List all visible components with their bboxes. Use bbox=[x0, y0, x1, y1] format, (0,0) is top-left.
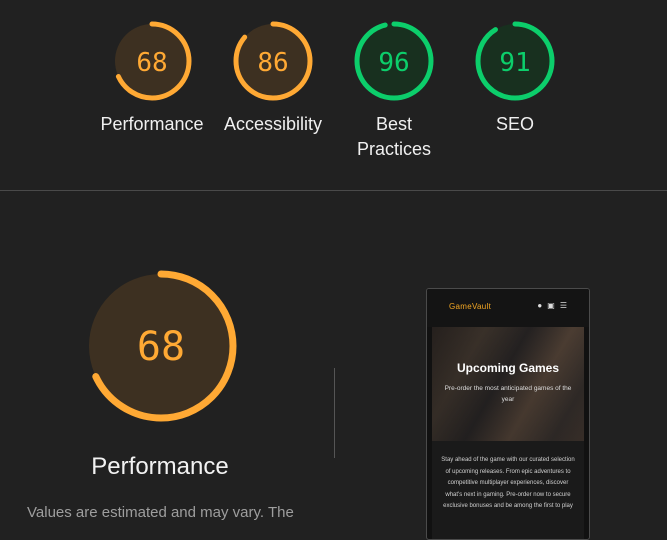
performance-detail-gauge: 68 bbox=[83, 268, 239, 424]
gauge-label: Best Practices bbox=[333, 112, 455, 162]
gauge-score: 68 bbox=[136, 48, 167, 78]
section-divider bbox=[0, 190, 667, 191]
gauge-label-line: Practices bbox=[356, 139, 432, 159]
gauge-label: SEO bbox=[495, 114, 534, 134]
gauge-ring: 68 bbox=[85, 270, 237, 422]
hero-subtitle: Pre-order the most anticipated games of … bbox=[444, 385, 572, 403]
cart-icon: ▣ bbox=[547, 301, 555, 310]
brand-logo: GameVault bbox=[449, 302, 492, 311]
gauge-score: 86 bbox=[257, 48, 288, 78]
gauge-ring: 91 bbox=[475, 21, 555, 101]
gauge-best-practices[interactable]: 96 Best Practices bbox=[333, 20, 455, 162]
performance-title: Performance bbox=[91, 453, 229, 480]
gauge-label: Accessibility bbox=[223, 114, 323, 134]
gauge-accessibility[interactable]: 86 Accessibility bbox=[212, 20, 334, 137]
gauge-label: Performance bbox=[100, 114, 204, 134]
gauge-ring: 86 bbox=[233, 21, 313, 101]
gauge-score: 91 bbox=[499, 48, 530, 78]
hero-banner: Upcoming Games Pre-order the most antici… bbox=[432, 327, 584, 441]
gauge-ring: 68 bbox=[112, 21, 192, 101]
hero-title: Upcoming Games bbox=[456, 361, 560, 375]
thumbnail-body: Stay ahead of the game with our curated … bbox=[432, 441, 584, 539]
menu-icon: ☰ bbox=[559, 301, 567, 310]
user-icon: ● bbox=[537, 301, 543, 310]
thumbnail-header: GameVault ● ▣ ☰ bbox=[427, 289, 589, 327]
estimate-note: Values are estimated and may vary. The bbox=[27, 504, 294, 521]
gauge-score: 68 bbox=[137, 324, 185, 370]
score-gauges-row: 68 Performance 86 Accessibility 96 Best … bbox=[0, 0, 667, 190]
gauge-label-line: Best bbox=[375, 114, 413, 134]
gauge-score: 96 bbox=[378, 48, 409, 78]
vertical-divider bbox=[334, 368, 335, 458]
page-screenshot-thumbnail[interactable]: GameVault ● ▣ ☰ Upcoming Games Pre-order… bbox=[426, 288, 590, 540]
body-text: Stay ahead of the game with our curated … bbox=[441, 457, 575, 509]
gauge-ring: 96 bbox=[354, 21, 434, 101]
gauge-seo[interactable]: 91 SEO bbox=[454, 20, 576, 137]
gauge-performance[interactable]: 68 Performance bbox=[91, 20, 213, 137]
